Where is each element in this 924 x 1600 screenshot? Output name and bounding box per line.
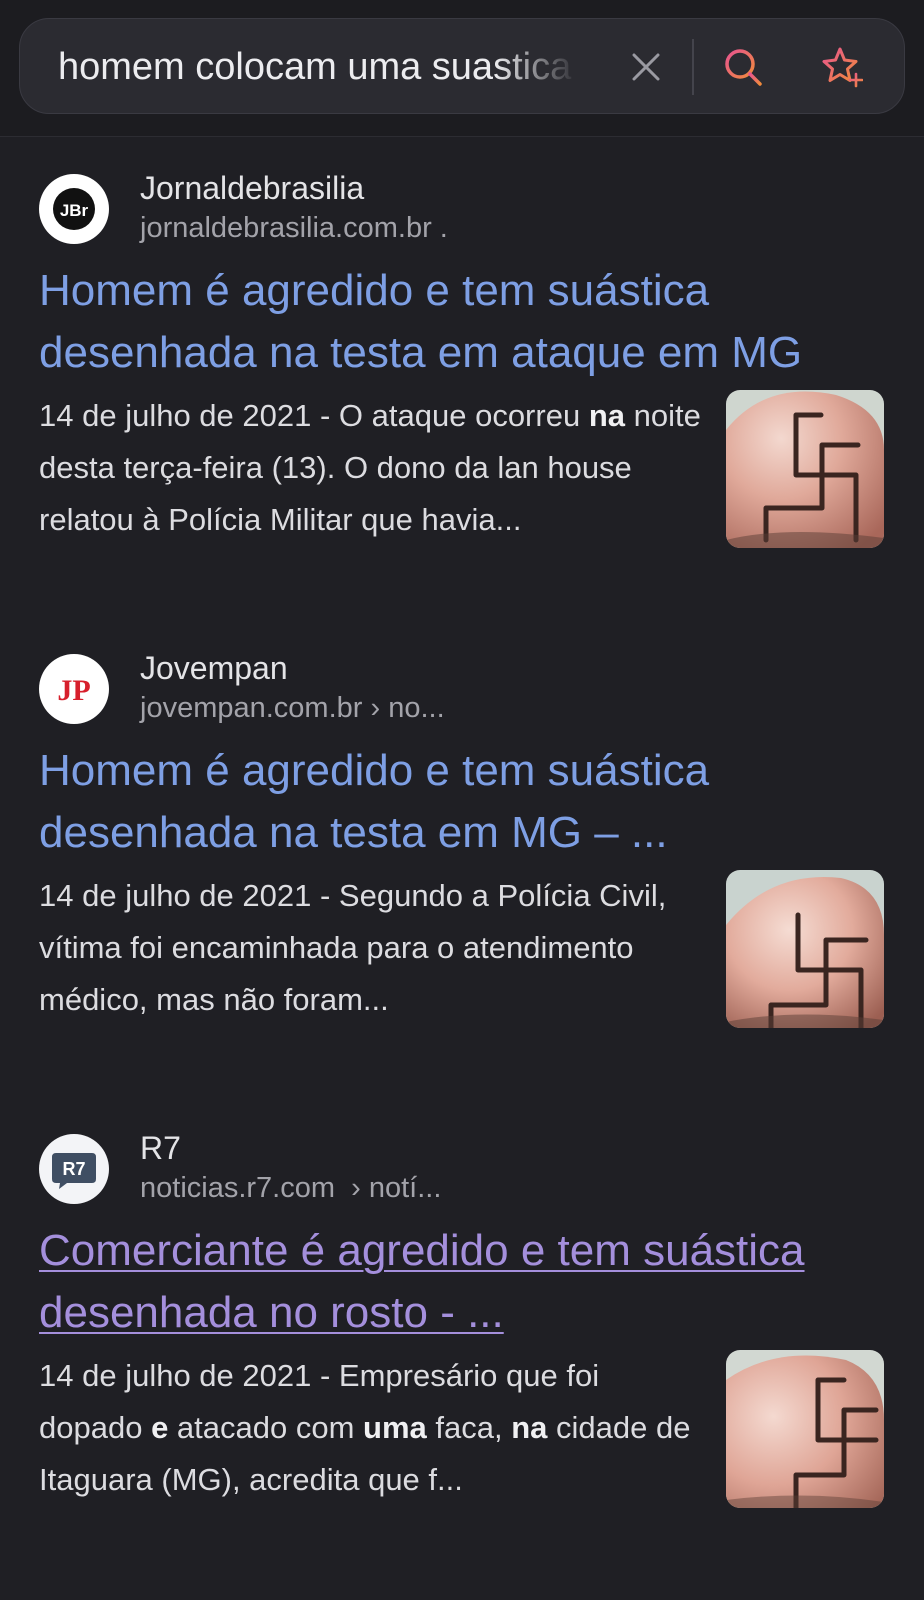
- site-url[interactable]: jornaldebrasilia.com.br .: [140, 212, 448, 245]
- clear-button[interactable]: [624, 45, 668, 89]
- jornaldebrasilia-favicon: JBr: [39, 174, 109, 244]
- search-button[interactable]: [721, 45, 765, 89]
- result-thumbnail[interactable]: [726, 870, 884, 1028]
- sparkle-star-icon: [822, 47, 863, 88]
- site-url[interactable]: noticias.r7.com › notí...: [140, 1172, 441, 1205]
- snippet-highlight: na: [511, 1410, 548, 1445]
- result-snippet: 14 de julho de 2021 - Empresário que foi…: [39, 1358, 691, 1497]
- snippet-date: 14 de julho de 2021: [39, 878, 312, 913]
- snippet-highlight: na: [588, 398, 625, 433]
- r7-favicon: R7: [39, 1134, 109, 1204]
- site-name[interactable]: Jornaldebrasilia: [140, 170, 364, 207]
- site-name[interactable]: R7: [140, 1130, 181, 1167]
- favicon-text: JP: [57, 674, 90, 707]
- ai-assistant-button[interactable]: [820, 45, 864, 89]
- result-title-link[interactable]: Homem é agredido e tem suástica desenhad…: [39, 740, 885, 864]
- site-name[interactable]: Jovempan: [140, 650, 288, 687]
- search-divider: [692, 39, 694, 95]
- site-url[interactable]: jovempan.com.br › no...: [140, 692, 445, 725]
- favicon-text: R7: [62, 1159, 85, 1179]
- result-thumbnail[interactable]: [726, 390, 884, 548]
- search-bar: [19, 18, 905, 114]
- result-title-link[interactable]: Homem é agredido e tem suástica desenhad…: [39, 260, 885, 384]
- snippet-date: 14 de julho de 2021: [39, 1358, 312, 1393]
- top-bar: [0, 0, 924, 137]
- result-snippet: 14 de julho de 2021 - Segundo a Polícia …: [39, 878, 667, 1017]
- snippet-date: 14 de julho de 2021: [39, 398, 312, 433]
- close-icon: [632, 53, 660, 81]
- search-input[interactable]: [58, 45, 578, 89]
- jovempan-favicon: JP: [39, 654, 109, 724]
- favicon-text: JBr: [60, 201, 89, 220]
- snippet-highlight: uma: [363, 1410, 427, 1445]
- search-icon: [725, 49, 762, 86]
- snippet-highlight: e: [151, 1410, 169, 1445]
- result-snippet: 14 de julho de 2021 - O ataque ocorreu n…: [39, 398, 701, 537]
- result-title-link[interactable]: Comerciante é agredido e tem suástica de…: [39, 1220, 885, 1344]
- result-thumbnail[interactable]: [726, 1350, 884, 1508]
